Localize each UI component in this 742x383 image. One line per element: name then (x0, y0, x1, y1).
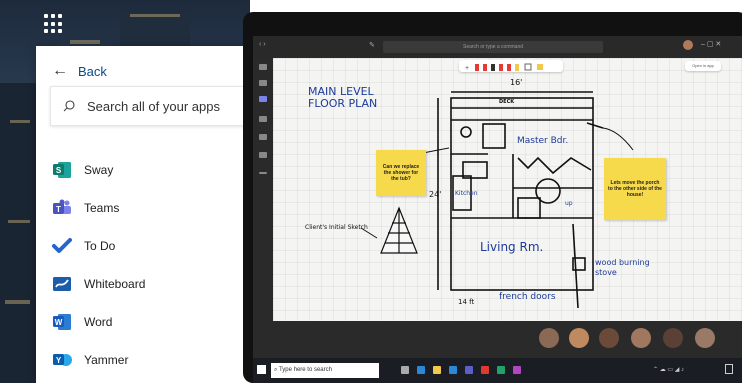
participant-avatar[interactable] (631, 328, 651, 348)
check-icon (52, 237, 72, 255)
profile-avatar[interactable] (683, 40, 693, 50)
initial-sketch-label: Client's Initial Sketch (305, 224, 368, 231)
living-room-label: Living Rm. (480, 240, 544, 254)
back-label: Back (78, 63, 107, 79)
app-label: Word (84, 315, 113, 329)
word-icon: W (52, 313, 72, 331)
sticky-note-right[interactable]: Lets move the porch to the other side of… (604, 158, 666, 220)
activity-icon[interactable] (259, 64, 267, 70)
office-icon[interactable] (481, 366, 489, 374)
arrow-left-icon: ← (52, 62, 68, 79)
sway-icon: S (52, 161, 72, 179)
nav-arrows-icon[interactable]: ‹ › (259, 41, 266, 48)
french-doors-label: french doors (499, 292, 556, 302)
width-dimension: 16' (510, 78, 523, 87)
search-icon: ⌕ (274, 367, 278, 373)
app-search-input[interactable]: Search all of your apps (50, 86, 256, 126)
height-dimension: 24' (429, 190, 442, 199)
whiteboard-canvas[interactable]: + Open in app MAIN LEVEL FLOOR PLAN 16' … (273, 58, 742, 321)
participant-avatar[interactable] (539, 328, 559, 348)
calls-icon[interactable] (259, 134, 267, 140)
participant-avatar[interactable] (599, 328, 619, 348)
calendar-icon[interactable] (259, 116, 267, 122)
app-launcher-panel: ← Back Search all of your apps S Sway T … (36, 46, 256, 383)
stove-label: wood burning stove (595, 258, 650, 277)
participants-bar (253, 321, 742, 358)
svg-text:T: T (56, 205, 61, 214)
teams-search-placeholder: Search or type a command (462, 44, 524, 50)
excel-icon[interactable] (497, 366, 505, 374)
task-view-icon[interactable] (401, 366, 409, 374)
svg-text:S: S (56, 166, 62, 175)
teams-window: ‹ › ✎ Search or type a command – ▢ ✕ + O… (253, 36, 742, 383)
svg-text:W: W (55, 318, 63, 327)
svg-text:Y: Y (56, 356, 62, 365)
taskbar-search-placeholder: Type here to search (278, 367, 332, 373)
window-controls-icon[interactable]: – ▢ ✕ (701, 40, 721, 48)
teams-rail-icon[interactable] (259, 96, 267, 102)
title-bar: ‹ › ✎ Search or type a command – ▢ ✕ (253, 36, 742, 58)
kitchen-label: Kitchen (455, 190, 478, 197)
onenote-icon[interactable] (513, 366, 521, 374)
windows-taskbar: ⌕ Type here to search ⌃ ☁ ▭ ◢ ♪ (253, 358, 742, 383)
whiteboard-icon (52, 275, 72, 293)
taskbar-search-input[interactable]: ⌕ Type here to search (271, 363, 379, 378)
app-item-word[interactable]: W Word (52, 313, 112, 331)
compose-icon[interactable]: ✎ (369, 41, 375, 49)
back-button[interactable]: ← Back (52, 62, 107, 80)
floor-plan-drawing (360, 91, 634, 309)
participant-avatar[interactable] (695, 328, 715, 348)
sticky-note-left[interactable]: Can we replace the shower for the tub? (376, 150, 426, 196)
windows-start-icon[interactable] (257, 365, 266, 374)
yammer-icon: Y (52, 351, 72, 369)
app-label: Whiteboard (84, 277, 146, 291)
app-label: Sway (84, 163, 114, 177)
notifications-icon[interactable] (725, 364, 733, 374)
search-icon (63, 100, 75, 112)
app-launcher-icon[interactable] (44, 14, 64, 34)
dimension-label: 14 ft (458, 298, 475, 306)
edge-icon[interactable] (417, 366, 425, 374)
files-icon[interactable] (259, 152, 267, 158)
more-icon[interactable] (259, 172, 267, 174)
app-item-teams[interactable]: T Teams (52, 199, 119, 217)
app-label: Teams (84, 201, 120, 215)
master-bedroom-label: Master Bdr. (517, 136, 569, 146)
teams-app-rail (253, 58, 273, 358)
app-item-whiteboard[interactable]: Whiteboard (52, 275, 145, 293)
teams-taskbar-icon[interactable] (465, 366, 473, 374)
stairs-up-label: up (565, 200, 573, 207)
app-item-todo[interactable]: To Do (52, 237, 115, 255)
app-item-sway[interactable]: S Sway (52, 161, 113, 179)
sticky-note-left-text: Can we replace the shower for the tub? (382, 164, 420, 182)
file-explorer-icon[interactable] (433, 366, 441, 374)
app-item-yammer[interactable]: Y Yammer (52, 351, 128, 369)
system-tray-icon[interactable]: ⌃ ☁ ▭ ◢ ♪ (653, 366, 684, 373)
participant-avatar[interactable] (663, 328, 683, 348)
participant-avatar[interactable] (569, 328, 589, 348)
chat-icon[interactable] (259, 80, 267, 86)
app-label: To Do (84, 239, 116, 253)
teams-icon: T (52, 199, 72, 217)
app-label: Yammer (84, 353, 129, 367)
sticky-note-right-text: Lets move the porch to the other side of… (608, 180, 662, 198)
store-icon[interactable] (449, 366, 457, 374)
deck-label: DECK (499, 99, 515, 105)
teams-search-input[interactable]: Search or type a command (383, 41, 603, 53)
search-placeholder: Search all of your apps (87, 98, 220, 114)
